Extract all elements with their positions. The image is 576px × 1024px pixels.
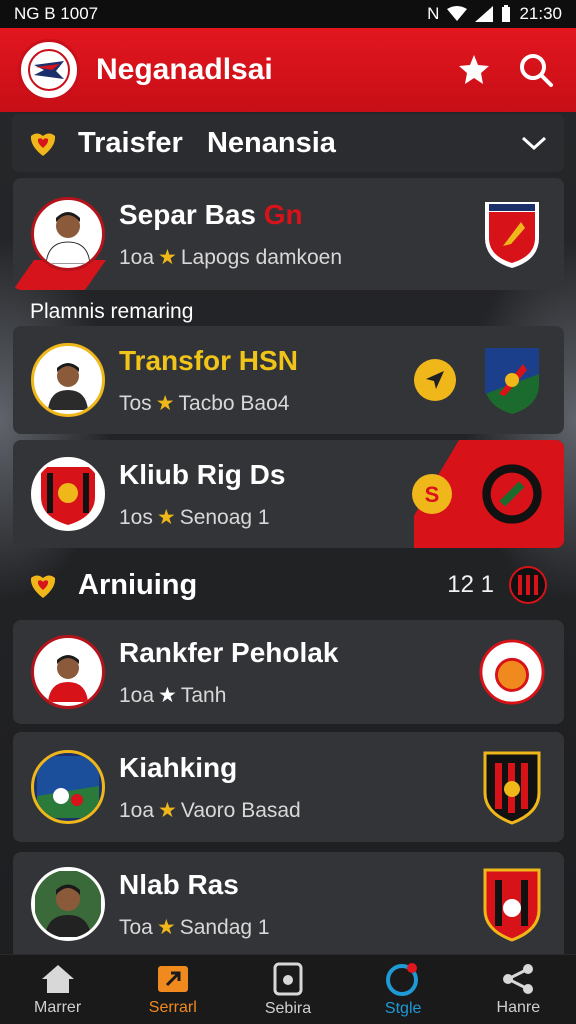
list-item[interactable]: Kiahking 1oa ★ Vaoro Basad	[13, 732, 564, 842]
star-icon: ★	[156, 915, 176, 939]
status-time: 21:30	[519, 4, 562, 23]
star-icon: ★	[158, 683, 177, 707]
status-bar: NG B 1007 N 21:30	[0, 0, 576, 28]
star-icon: ★	[158, 798, 177, 822]
shield-heart-icon	[30, 133, 56, 156]
club-crest-icon	[479, 639, 545, 705]
club-crest-icon	[509, 566, 547, 604]
nav-item-share[interactable]: Hanre	[468, 963, 568, 1017]
app-title: Neganadlsai	[96, 53, 273, 86]
nav-label: Hanre	[496, 998, 541, 1016]
club-crest-icon	[483, 868, 541, 942]
status-icons: N 21:30	[427, 4, 562, 24]
section-label: Plamnis remaring	[30, 300, 194, 323]
club-crest-icon	[485, 348, 539, 414]
nav-item-stadium[interactable]: Sebira	[238, 962, 338, 1018]
card-subtitle: Toa ★ Sandag 1	[119, 915, 270, 939]
card-subtitle: 1os ★ Senoag 1	[119, 505, 270, 529]
list-item[interactable]: Kliub Rig Ds 1os ★ Senoag 1 S	[13, 440, 564, 548]
list-item[interactable]: Separ Bas Gn 1oa ★ Lapogs damkoen	[13, 178, 564, 290]
home-icon	[41, 964, 74, 993]
chevron-down-icon[interactable]	[520, 133, 548, 153]
team-badge	[478, 867, 546, 942]
team-badge	[478, 197, 546, 271]
club-crest-icon	[479, 461, 545, 527]
club-crest-icon	[483, 751, 541, 825]
team-badge	[478, 750, 546, 825]
favorites-button[interactable]	[452, 48, 496, 92]
nav-item-transfer[interactable]: Serrarl	[123, 963, 223, 1017]
battery-icon	[502, 5, 511, 22]
globe-notification-icon	[386, 962, 419, 996]
app-logo[interactable]	[18, 39, 80, 101]
card-subtitle: 1oa ★ Vaoro Basad	[119, 798, 301, 822]
share-icon	[503, 963, 534, 994]
team-badge	[478, 635, 546, 709]
avatar	[31, 750, 105, 824]
star-icon: ★	[155, 391, 175, 415]
title-suffix: Gn	[263, 198, 303, 230]
person-icon	[45, 212, 91, 264]
search-button[interactable]	[514, 48, 558, 92]
club-crest-icon	[485, 202, 539, 268]
nav-item-style[interactable]: Stgle	[353, 962, 453, 1018]
card-title: Kliub Rig Ds	[119, 458, 286, 490]
list-item[interactable]: Rankfer Peholak 1oa ★ Tanh	[13, 620, 564, 724]
nav-item-home[interactable]: Marrer	[8, 963, 108, 1017]
star-icon: ★	[158, 245, 177, 269]
navigate-icon[interactable]	[412, 357, 458, 403]
nav-label: Serrarl	[148, 998, 197, 1016]
team-badge	[478, 457, 546, 531]
nfc-icon: N	[427, 4, 440, 23]
svg-text:S: S	[425, 482, 440, 507]
card-title: Transfor HSN	[119, 344, 298, 376]
avatar	[31, 197, 105, 271]
logo-icon	[28, 49, 70, 91]
club-crest-icon	[37, 756, 99, 818]
status-left-text: NG B 1007	[14, 4, 99, 23]
avatar	[31, 635, 105, 709]
phone-badge-icon	[273, 962, 303, 995]
section-title: Arniuing	[78, 568, 198, 601]
puzzle-star-icon	[459, 55, 489, 84]
ranking-section-header[interactable]: Arniuing 12 1	[12, 556, 564, 614]
nav-label: Stgle	[384, 999, 422, 1017]
card-subtitle: 1oa ★ Tanh	[119, 683, 227, 707]
section-score: 12 1	[447, 571, 494, 598]
person-icon	[35, 871, 101, 937]
signal-icon	[475, 6, 494, 22]
card-subtitle: 1oa ★ Lapogs damkoen	[119, 245, 342, 269]
app-bar: Neganadlsai	[0, 28, 576, 112]
bottom-nav: Marrer Serrarl Sebira Stgle Hanre	[0, 954, 576, 1024]
card-title: Kiahking	[119, 751, 238, 783]
list-item[interactable]: Nlab Ras Toa ★ Sandag 1	[13, 852, 564, 956]
transfer-icon	[157, 965, 188, 992]
card-title: Separ Bas Gn	[119, 198, 303, 230]
nav-label: Marrer	[34, 998, 82, 1016]
card-subtitle: Tos ★ Tacbo Bao4	[119, 391, 290, 415]
score-badge-icon[interactable]: S	[410, 472, 454, 516]
search-icon	[520, 54, 553, 87]
person-icon	[48, 363, 88, 410]
team-badge	[478, 343, 546, 417]
section-title: Traisfer Nenansia	[78, 126, 336, 159]
card-title: Rankfer Peholak	[119, 636, 339, 668]
avatar	[31, 343, 105, 417]
wifi-icon	[447, 6, 468, 21]
person-icon	[48, 655, 88, 702]
shield-heart-icon	[30, 575, 56, 598]
transfer-section-header[interactable]: Traisfer Nenansia	[12, 114, 564, 172]
card-title: Nlab Ras	[119, 868, 239, 900]
star-icon: ★	[156, 505, 176, 529]
list-item[interactable]: Transfor HSN Tos ★ Tacbo Bao4	[13, 326, 564, 434]
avatar	[31, 457, 105, 531]
avatar	[31, 867, 105, 941]
club-crest-icon	[41, 467, 95, 525]
nav-label: Sebira	[264, 999, 312, 1017]
